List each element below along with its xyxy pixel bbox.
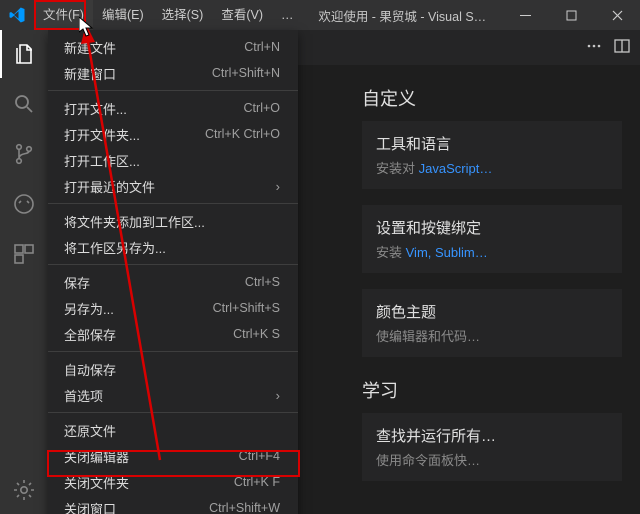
menu-item-label: 关闭编辑器	[64, 447, 239, 466]
activity-search[interactable]	[0, 80, 48, 128]
tile-tools[interactable]: 工具和语言 安装对 JavaScript…	[362, 121, 622, 189]
menu-item[interactable]: 保存Ctrl+S	[48, 269, 298, 295]
menu-item-label: 另存为...	[64, 299, 213, 318]
menu-item-shortcut: Ctrl+S	[245, 275, 280, 289]
tile-title: 工具和语言	[376, 133, 608, 154]
activity-extensions[interactable]	[0, 230, 48, 278]
tile-sub: 使用命令面板快…	[376, 450, 608, 469]
minimize-button[interactable]	[502, 0, 548, 30]
menu-item[interactable]: 关闭文件夹Ctrl+K F	[48, 469, 298, 495]
menu-separator	[48, 264, 298, 265]
window-controls	[502, 0, 640, 30]
tile-sub: 安装 Vim, Sublim…	[376, 242, 608, 261]
window-title: 欢迎使用 - 果贸城 - Visual S…	[302, 6, 502, 25]
menubar-item-select[interactable]: 选择(S)	[153, 0, 213, 30]
menu-item-label: 打开最近的文件	[64, 177, 276, 196]
titlebar: 文件(F) 编辑(E) 选择(S) 查看(V) … 欢迎使用 - 果贸城 - V…	[0, 0, 640, 30]
menu-item-label: 打开文件...	[64, 99, 244, 118]
menu-item[interactable]: 打开文件夹...Ctrl+K Ctrl+O	[48, 121, 298, 147]
tile-title: 查找并运行所有…	[376, 425, 608, 446]
menu-separator	[48, 203, 298, 204]
menu-item-shortcut: Ctrl+Shift+S	[213, 301, 280, 315]
menu-separator	[48, 412, 298, 413]
extensions-icon	[12, 242, 36, 266]
tile-colortheme[interactable]: 颜色主题 使编辑器和代码…	[362, 289, 622, 357]
menu-item-shortcut: Ctrl+K S	[233, 327, 280, 341]
menu-item[interactable]: 关闭编辑器Ctrl+F4	[48, 443, 298, 469]
tile-keymaps[interactable]: 设置和按键绑定 安装 Vim, Sublim…	[362, 205, 622, 273]
menu-item[interactable]: 全部保存Ctrl+K S	[48, 321, 298, 347]
menu-item-label: 新建窗口	[64, 64, 212, 83]
menubar: 文件(F) 编辑(E) 选择(S) 查看(V) …	[34, 0, 302, 30]
chevron-right-icon: ›	[276, 388, 280, 403]
menu-item[interactable]: 打开工作区...	[48, 147, 298, 173]
menu-item-label: 打开文件夹...	[64, 125, 205, 144]
menu-item[interactable]: 将文件夹添加到工作区...	[48, 208, 298, 234]
menubar-item-more[interactable]: …	[272, 0, 303, 30]
tile-sub: 安装对 JavaScript…	[376, 158, 608, 177]
close-button[interactable]	[594, 0, 640, 30]
tile-title: 颜色主题	[376, 301, 608, 322]
menu-item-label: 关闭窗口	[64, 499, 209, 514]
tabbar-actions	[576, 30, 640, 65]
menu-item-label: 新建文件	[64, 38, 244, 57]
activitybar	[0, 30, 48, 514]
menubar-item-file[interactable]: 文件(F)	[34, 0, 93, 30]
learn-heading: 学习	[362, 377, 622, 403]
menu-item[interactable]: 关闭窗口Ctrl+Shift+W	[48, 495, 298, 514]
menu-item-label: 关闭文件夹	[64, 473, 234, 492]
menu-item-shortcut: Ctrl+K Ctrl+O	[205, 127, 280, 141]
tile-sub: 使编辑器和代码…	[376, 326, 608, 345]
vscode-icon	[8, 6, 26, 24]
activity-debug[interactable]	[0, 180, 48, 228]
tile-commands[interactable]: 查找并运行所有… 使用命令面板快…	[362, 413, 622, 481]
activity-explorer[interactable]	[0, 30, 48, 78]
activity-scm[interactable]	[0, 130, 48, 178]
menu-separator	[48, 90, 298, 91]
menu-item[interactable]: 自动保存	[48, 356, 298, 382]
app-logo	[0, 0, 34, 30]
menu-item-shortcut: Ctrl+F4	[239, 449, 280, 463]
file-menu: 新建文件Ctrl+N新建窗口Ctrl+Shift+N打开文件...Ctrl+O打…	[48, 30, 298, 514]
menu-item-label: 将文件夹添加到工作区...	[64, 212, 280, 231]
welcome-right-col: 自定义 工具和语言 安装对 JavaScript… 设置和按键绑定 安装 Vim…	[362, 85, 622, 514]
menu-item[interactable]: 另存为...Ctrl+Shift+S	[48, 295, 298, 321]
menu-item-label: 全部保存	[64, 325, 233, 344]
menu-item-shortcut: Ctrl+O	[244, 101, 280, 115]
menu-item-label: 首选项	[64, 386, 276, 405]
menu-item-label: 保存	[64, 273, 245, 292]
menubar-item-edit[interactable]: 编辑(E)	[93, 0, 153, 30]
chevron-right-icon: ›	[276, 179, 280, 194]
menu-item-shortcut: Ctrl+Shift+N	[212, 66, 280, 80]
menu-item-label: 将工作区另存为...	[64, 238, 280, 257]
more-icon[interactable]	[586, 38, 602, 57]
files-icon	[13, 42, 37, 66]
menu-item-label: 还原文件	[64, 421, 280, 440]
menu-item-shortcut: Ctrl+Shift+W	[209, 501, 280, 514]
menu-item-label: 打开工作区...	[64, 151, 280, 170]
menu-item[interactable]: 还原文件	[48, 417, 298, 443]
menu-item[interactable]: 新建窗口Ctrl+Shift+N	[48, 60, 298, 86]
activity-settings[interactable]	[0, 466, 48, 514]
menu-item-label: 自动保存	[64, 360, 280, 379]
menu-item[interactable]: 打开最近的文件›	[48, 173, 298, 199]
customize-heading: 自定义	[362, 85, 622, 111]
maximize-button[interactable]	[548, 0, 594, 30]
split-editor-icon[interactable]	[614, 38, 630, 57]
menu-item-shortcut: Ctrl+K F	[234, 475, 280, 489]
menu-item[interactable]: 将工作区另存为...	[48, 234, 298, 260]
gear-icon	[12, 478, 36, 502]
tile-title: 设置和按键绑定	[376, 217, 608, 238]
menu-item-shortcut: Ctrl+N	[244, 40, 280, 54]
branch-icon	[12, 142, 36, 166]
search-icon	[12, 92, 36, 116]
menubar-item-view[interactable]: 查看(V)	[212, 0, 272, 30]
bug-icon	[12, 192, 36, 216]
menu-item[interactable]: 首选项›	[48, 382, 298, 408]
menu-item[interactable]: 打开文件...Ctrl+O	[48, 95, 298, 121]
menu-item[interactable]: 新建文件Ctrl+N	[48, 34, 298, 60]
menu-separator	[48, 351, 298, 352]
